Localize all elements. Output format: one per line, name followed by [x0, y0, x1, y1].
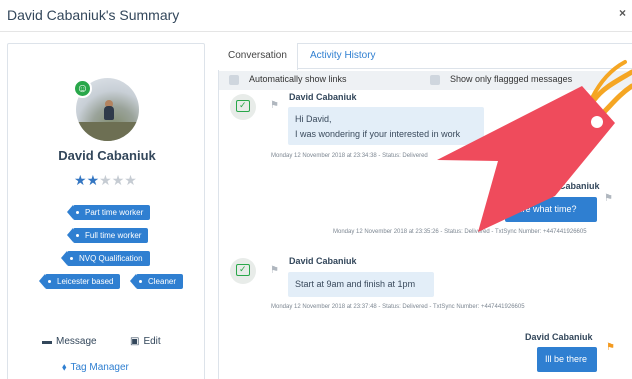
message-meta: Monday 12 November 2018 at 23:37:48 - St…: [271, 304, 525, 310]
flag-icon[interactable]: ⚑: [270, 100, 279, 111]
modal-header: David Cabaniuk's Summary ×: [0, 0, 632, 32]
tab-conversation[interactable]: Conversation: [218, 43, 298, 70]
close-icon[interactable]: ×: [619, 6, 626, 20]
tabs: Conversation Activity History: [218, 43, 632, 70]
message-meta: Monday 12 November 2018 at 23:34:38 - St…: [271, 153, 428, 159]
star-icon[interactable]: ★: [99, 172, 112, 188]
profile-name: David Cabaniuk: [58, 148, 156, 163]
message-text-line: Hi David,: [295, 114, 332, 124]
auto-links-label: Automatically show links: [249, 74, 347, 84]
auto-links-checkbox[interactable]: [229, 75, 239, 85]
message-bubble: sure what time?: [505, 197, 597, 222]
tag-manager-label: Tag Manager: [70, 362, 129, 373]
tag-full-time-worker[interactable]: Full time worker: [66, 228, 149, 243]
tab-activity-history[interactable]: Activity History: [300, 43, 386, 69]
message-meta: Monday 12 November 2018 at 23:35:26 - St…: [333, 229, 587, 235]
tag-cleaner[interactable]: Cleaner: [129, 274, 184, 289]
modal-title: David Cabaniuk's Summary: [7, 7, 180, 23]
smiley-icon: ☺: [73, 79, 92, 98]
delivered-icon: ✓: [230, 258, 256, 284]
flag-icon[interactable]: ⚑: [604, 193, 613, 204]
message-sender: David Cabaniuk: [289, 92, 357, 102]
flagged-only-checkbox[interactable]: [430, 75, 440, 85]
tag-icon: ⬧: [62, 362, 67, 373]
tag-leicester-based[interactable]: Leicester based: [38, 274, 121, 289]
message-icon: ▬: [42, 336, 52, 347]
star-icon[interactable]: ★: [87, 172, 100, 188]
edit-button[interactable]: ▣ Edit: [130, 336, 161, 347]
message-bubble: Hi David, I was wondering if your intere…: [288, 107, 484, 145]
profile-panel: ☺ David Cabaniuk ★★★★★ Part time worker …: [7, 43, 205, 379]
delivered-icon: ✓: [230, 94, 256, 120]
tag-part-time-worker[interactable]: Part time worker: [66, 205, 151, 220]
message-bubble: Start at 9am and finish at 1pm: [288, 272, 434, 297]
edit-icon: ▣: [130, 336, 140, 347]
message-text-line: I was wondering if your interested in wo…: [295, 129, 461, 139]
flag-icon[interactable]: ⚑: [606, 342, 615, 353]
message-button[interactable]: ▬ Message: [42, 336, 97, 347]
star-icon[interactable]: ★: [124, 172, 137, 188]
message-bubble: Ill be there: [537, 347, 597, 372]
edit-label: Edit: [143, 336, 161, 347]
message-sender: David Cabaniuk: [525, 332, 593, 342]
message-sender: David Cabaniuk: [289, 256, 357, 266]
filter-bar: Automatically show links Show only flagg…: [219, 71, 632, 90]
flagged-only-label: Show only flaggged messages: [450, 74, 573, 84]
flag-icon[interactable]: ⚑: [270, 265, 279, 276]
star-icon[interactable]: ★: [112, 172, 125, 188]
star-rating[interactable]: ★★★★★: [74, 172, 137, 189]
tag-nvq-qualification[interactable]: NVQ Qualification: [61, 251, 150, 266]
star-icon[interactable]: ★: [74, 172, 87, 188]
message-sender: David Cabaniuk: [532, 181, 600, 191]
tag-manager-link[interactable]: ⬧ Tag Manager: [62, 362, 129, 373]
message-label: Message: [56, 336, 97, 347]
